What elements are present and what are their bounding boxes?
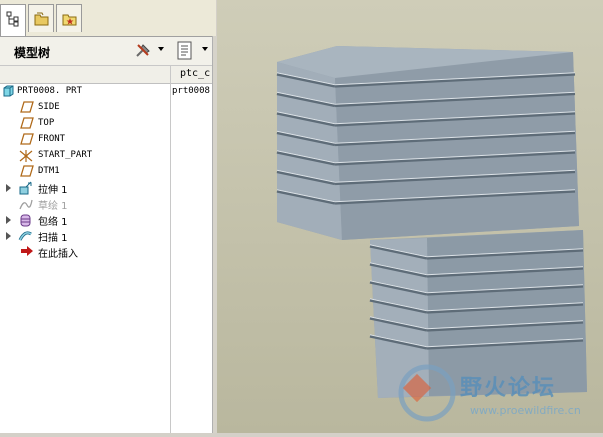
- tree-root-label: PRT0008. PRT: [17, 86, 83, 96]
- datum-plane-icon: [20, 133, 34, 145]
- settings-tools-icon[interactable]: [134, 41, 154, 65]
- tree-item-label: START_PART: [38, 150, 93, 160]
- model-tree-panel: 模型树 ptc_c PRT0008. PRT prt0008 SIDE TOP …: [0, 0, 216, 433]
- datum-plane-icon: [20, 117, 34, 129]
- tree-item-start-part[interactable]: START_PART: [0, 148, 170, 164]
- tree-item-front[interactable]: FRONT: [0, 132, 170, 148]
- tree-item-label: 包络 1: [38, 217, 68, 228]
- model-tree-icon: [6, 11, 19, 27]
- sweep-icon: [18, 231, 32, 241]
- part-3d-model: [276, 46, 587, 422]
- datum-plane-icon: [20, 101, 34, 113]
- tree-item-label: FRONT: [38, 134, 66, 144]
- tab-model-tree[interactable]: [0, 4, 26, 36]
- navigator-tab-bar: [0, 0, 216, 37]
- datum-plane-icon: [20, 165, 34, 177]
- favorites-icon: [62, 14, 77, 26]
- expand-arrow-icon[interactable]: [6, 184, 11, 192]
- tree-item-label: DTM1: [38, 166, 60, 176]
- insert-here-arrow-icon: [21, 246, 33, 256]
- settings-dropdown-caret[interactable]: [158, 47, 164, 51]
- expand-arrow-icon[interactable]: [6, 216, 11, 224]
- tree-item-label: 在此插入: [38, 249, 78, 260]
- tree-item-dtm1[interactable]: DTM1: [0, 164, 170, 180]
- extrude-icon: [19, 181, 32, 195]
- tree-item-wrap[interactable]: 包络 1: [0, 212, 170, 228]
- folder-browser-icon: [34, 12, 49, 26]
- tree-item-label: SIDE: [38, 102, 60, 112]
- column-value-root: prt0008: [172, 86, 210, 96]
- graphics-viewport[interactable]: [217, 0, 603, 433]
- model-tree-header: 模型树: [0, 37, 216, 66]
- tab-favorites[interactable]: [56, 4, 82, 32]
- tree-item-label: 扫描 1: [38, 233, 68, 244]
- tab-folder-browser[interactable]: [28, 4, 54, 32]
- tree-item-label: 拉伸 1: [38, 185, 68, 196]
- tree-item-extrude[interactable]: 拉伸 1: [0, 180, 170, 196]
- tree-item-label: TOP: [38, 118, 55, 128]
- column-header-ptc[interactable]: ptc_c: [180, 68, 210, 79]
- tree-root-part[interactable]: PRT0008. PRT: [0, 84, 170, 100]
- show-list-icon[interactable]: [176, 41, 194, 65]
- tree-item-side[interactable]: SIDE: [0, 100, 170, 116]
- tree-item-top[interactable]: TOP: [0, 116, 170, 132]
- watermark-title: 野火论坛: [460, 376, 557, 401]
- tree-item-sweep[interactable]: 扫描 1: [0, 228, 170, 244]
- panel-title: 模型树: [14, 46, 51, 60]
- column-header-row: ptc_c: [0, 66, 216, 84]
- wrap-icon: [20, 214, 31, 227]
- tree-item-insert-here[interactable]: 在此插入: [0, 244, 170, 260]
- part-icon: [3, 85, 14, 97]
- csys-icon: [19, 150, 33, 162]
- sketch-icon: [19, 199, 33, 210]
- tree-item-sketch[interactable]: 草绘 1: [0, 196, 170, 212]
- show-dropdown-caret[interactable]: [202, 47, 208, 51]
- expand-arrow-icon[interactable]: [6, 232, 11, 240]
- tree-item-label: 草绘 1: [38, 201, 68, 212]
- watermark-url: www.proewildfire.cn: [470, 404, 581, 417]
- column-separator[interactable]: [170, 66, 171, 433]
